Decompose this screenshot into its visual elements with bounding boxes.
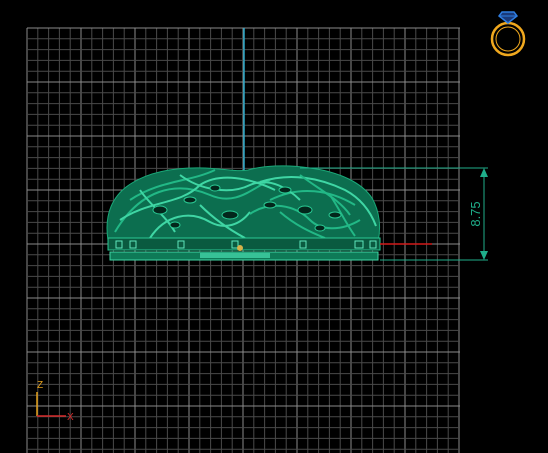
viewport-scene[interactable]: 8.75 Z X bbox=[0, 0, 548, 453]
dimension-value: 8.75 bbox=[468, 201, 483, 226]
3d-viewport[interactable]: 8.75 Z X bbox=[0, 0, 548, 453]
ring-model[interactable] bbox=[106, 165, 381, 261]
axis-gizmo: Z X bbox=[36, 380, 74, 423]
z-axis-label: Z bbox=[37, 380, 43, 391]
x-axis-label: X bbox=[67, 412, 74, 423]
ring-icon[interactable] bbox=[490, 11, 526, 57]
